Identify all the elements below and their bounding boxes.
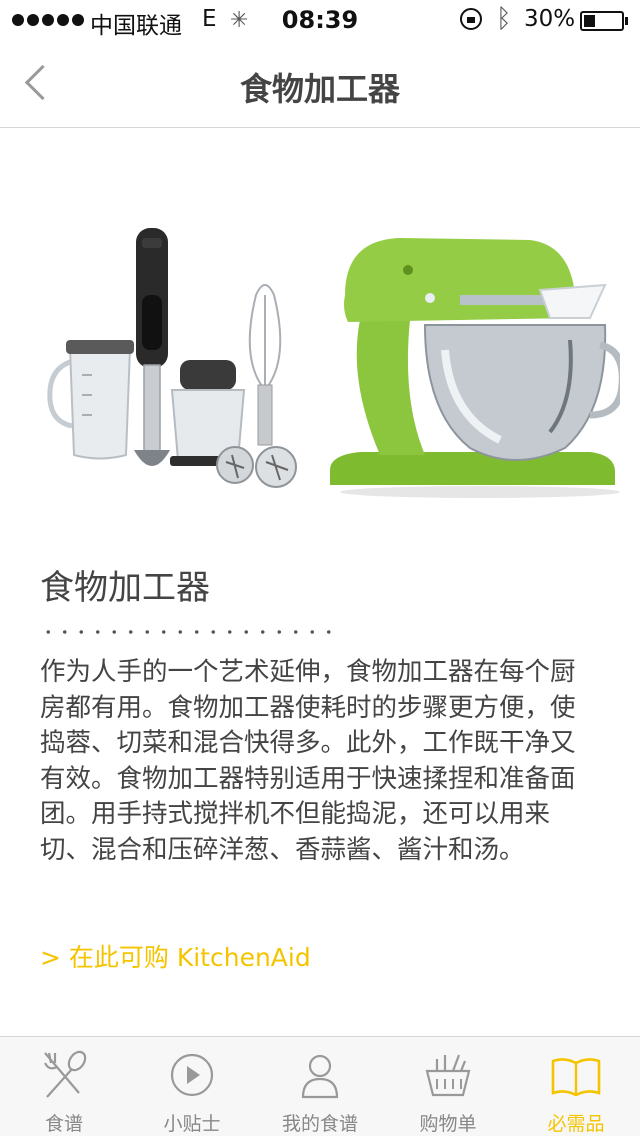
tab-label: 小贴士 — [163, 1113, 221, 1135]
product-title: 食物加工器 — [40, 568, 210, 608]
hand-blender-illustration — [47, 228, 297, 488]
play-icon — [170, 1053, 214, 1097]
rotation-lock-icon — [460, 8, 482, 30]
chef-icon — [301, 1054, 339, 1099]
tab-my-recipes[interactable]: 我的食谱 — [256, 1037, 384, 1136]
fork-spoon-icon — [44, 1050, 87, 1098]
stand-mixer-illustration — [330, 238, 620, 498]
tab-label: 购物单 — [419, 1113, 477, 1135]
tab-shopping-list[interactable]: 购物单 — [384, 1037, 512, 1136]
battery-icon — [580, 11, 624, 31]
dotted-divider — [40, 630, 340, 634]
buy-kitchenaid-link[interactable]: > 在此可购 KitchenAid — [40, 938, 311, 974]
tab-label: 我的食谱 — [281, 1113, 358, 1135]
bluetooth-icon: ᛒ — [496, 4, 512, 34]
tab-tips[interactable]: 小贴士 — [128, 1037, 256, 1136]
tab-label: 食谱 — [44, 1113, 83, 1135]
battery-percent: 30% — [524, 6, 576, 32]
book-icon — [551, 1058, 601, 1097]
product-image — [47, 228, 620, 498]
tab-bar: 食谱 小贴士 我的食谱 购物单 必需品 — [0, 1036, 640, 1136]
navigation-bar: 食物加工器 — [0, 40, 640, 128]
status-bar: 中国联通 E ✳ 08:39 ᛒ 30% — [0, 0, 640, 40]
basket-icon — [425, 1054, 471, 1097]
page-title: 食物加工器 — [239, 70, 400, 108]
tab-label: 必需品 — [547, 1113, 605, 1135]
tab-essentials[interactable]: 必需品 — [512, 1037, 640, 1136]
product-description: 作为人手的一个艺术延伸，食物加工器在每个厨房都有用。食物加工器使耗时的步骤更方便… — [40, 657, 576, 865]
battery-tip — [625, 17, 628, 25]
tab-recipes[interactable]: 食谱 — [0, 1037, 128, 1136]
